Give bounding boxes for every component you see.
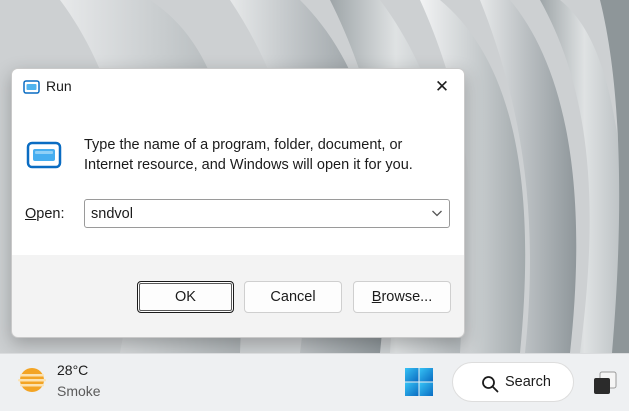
task-view-icon[interactable] xyxy=(592,370,618,396)
weather-temperature[interactable]: 28°C xyxy=(57,362,88,378)
search-label: Search xyxy=(505,374,551,390)
dialog-title: Run xyxy=(46,78,72,94)
browse-button[interactable]: Browse... xyxy=(353,281,451,313)
taskbar: 28°C Smoke Search xyxy=(0,353,629,411)
close-icon: ✕ xyxy=(434,77,450,97)
run-dialog: Run ✕ Type the name of a program, folder… xyxy=(11,68,465,338)
open-label: Open: xyxy=(25,206,65,222)
cancel-button[interactable]: Cancel xyxy=(244,281,342,313)
close-button[interactable]: ✕ xyxy=(420,69,464,105)
dialog-titlebar[interactable]: Run ✕ xyxy=(12,69,464,107)
run-icon xyxy=(26,141,62,169)
open-combobox[interactable] xyxy=(84,199,450,228)
search-icon xyxy=(482,376,499,393)
open-label-mnemonic: O xyxy=(25,206,37,222)
smoke-weather-icon[interactable] xyxy=(17,365,47,395)
windows-logo-icon[interactable] xyxy=(404,367,434,397)
open-input[interactable] xyxy=(91,200,421,227)
browse-mnemonic: B xyxy=(371,289,382,305)
open-label-rest: pen: xyxy=(36,206,65,222)
taskbar-search[interactable]: Search xyxy=(452,362,574,402)
dialog-description: Type the name of a program, folder, docu… xyxy=(84,137,413,173)
run-icon xyxy=(23,80,40,94)
weather-condition[interactable]: Smoke xyxy=(57,383,101,399)
ok-button[interactable]: OK xyxy=(137,281,234,313)
browse-label-rest: rowse... xyxy=(381,289,433,305)
chevron-down-icon[interactable] xyxy=(431,208,443,218)
